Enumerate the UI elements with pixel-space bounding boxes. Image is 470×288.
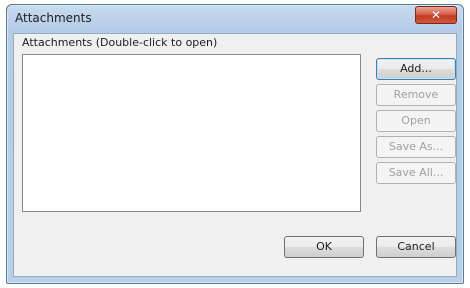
attachments-dialog: Attachments ✕ Attachments (Double-click … bbox=[6, 4, 464, 284]
close-button[interactable]: ✕ bbox=[415, 6, 457, 24]
remove-button[interactable]: Remove bbox=[376, 84, 456, 106]
open-button[interactable]: Open bbox=[376, 110, 456, 132]
ok-button[interactable]: OK bbox=[284, 236, 364, 258]
cancel-button[interactable]: Cancel bbox=[376, 236, 456, 258]
title-bar[interactable]: Attachments ✕ bbox=[7, 5, 463, 31]
attachments-list[interactable] bbox=[22, 54, 361, 212]
window-title: Attachments bbox=[15, 11, 92, 25]
dialog-body: Attachments (Double-click to open) Add..… bbox=[13, 33, 457, 277]
save-as-button[interactable]: Save As... bbox=[376, 136, 456, 158]
attachments-list-label: Attachments (Double-click to open) bbox=[22, 36, 218, 49]
add-button[interactable]: Add... bbox=[376, 58, 456, 80]
close-icon: ✕ bbox=[430, 8, 442, 22]
save-all-button[interactable]: Save All... bbox=[376, 162, 456, 184]
